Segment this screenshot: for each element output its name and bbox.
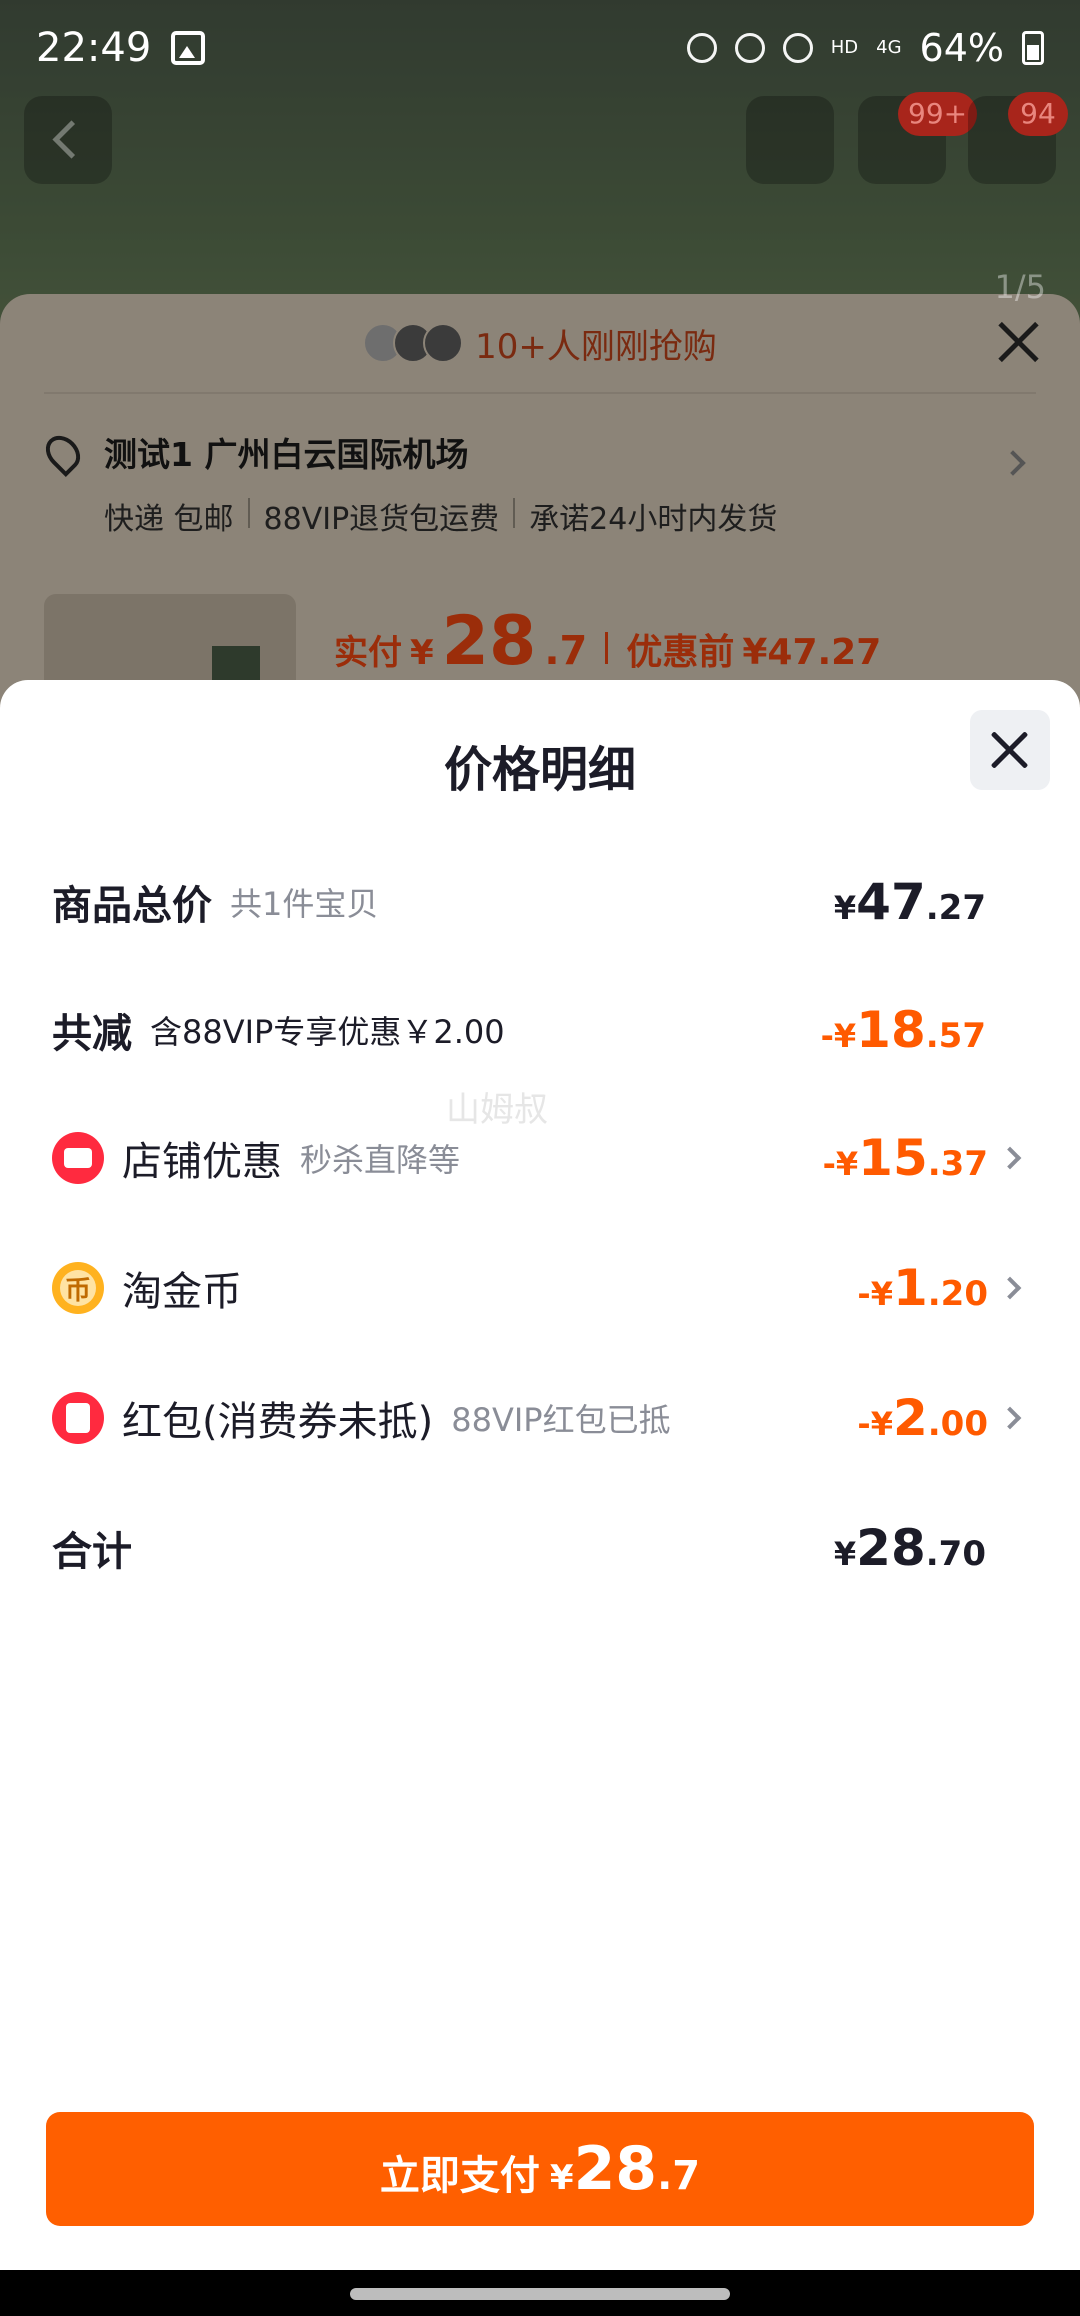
before-label: 优惠前 xyxy=(626,632,735,673)
top-nav: 99+ 94 xyxy=(0,92,1080,186)
cart-button[interactable]: 99+ xyxy=(858,92,978,184)
row-label: 商品总价 xyxy=(52,883,212,929)
address-row[interactable]: 测试1 广州白云国际机场 快递 包邮 88VIP退货包运费 承诺24小时内发货 xyxy=(38,392,1036,572)
row-label: 红包(消费券未抵) xyxy=(122,1399,434,1445)
row-label: 合计 xyxy=(52,1529,132,1575)
pay-button-label: 立即支付 xyxy=(379,2153,540,2199)
shipping-tags: 快递 包邮 88VIP退货包运费 承诺24小时内发货 xyxy=(104,494,777,538)
chevron-right-icon xyxy=(998,1406,1022,1430)
order-panel: 10+人刚刚抢购 测试1 广州白云国际机场 快递 包邮 88VIP退货包运费 承… xyxy=(0,294,1080,714)
row-label: 淘金币 xyxy=(122,1269,242,1315)
price-detail-sheet: 价格明细 商品总价 共1件宝贝 ¥47.27 共减 含88VIP专享优惠￥2.0… xyxy=(0,680,1080,2316)
amount-int: 2 xyxy=(892,1389,928,1447)
amount-int: 1 xyxy=(892,1259,928,1317)
row-label: 店铺优惠 xyxy=(122,1139,282,1185)
row-amount: ¥28.70 xyxy=(834,1519,986,1577)
amount-dec: .37 xyxy=(927,1144,988,1184)
pay-label: 实付 xyxy=(334,633,402,673)
amount-dec: .27 xyxy=(925,888,986,928)
divider xyxy=(513,498,516,528)
amount-dec: .57 xyxy=(925,1016,986,1056)
total-reduced-row: 共减 含88VIP专享优惠￥2.00 -¥ 18.57 xyxy=(52,990,1028,1070)
actual-pay-line: 实付 ¥ 28 .7 优惠前 ¥47.27 xyxy=(334,602,881,681)
row-hint: 88VIP红包已抵 xyxy=(451,1401,671,1439)
currency: ¥ xyxy=(833,889,857,927)
battery-percent: 64% xyxy=(919,26,1004,70)
currency: -¥ xyxy=(820,1017,857,1055)
row-amount: ¥47.27 xyxy=(834,873,986,931)
pay-dec: .7 xyxy=(544,628,588,674)
row-hint: 共1件宝贝 xyxy=(230,885,379,923)
coin-icon xyxy=(52,1262,104,1314)
currency: ¥ xyxy=(833,1535,857,1573)
location-pin-icon xyxy=(38,428,88,478)
battery-icon xyxy=(1022,31,1044,65)
gallery-icon xyxy=(171,31,206,65)
hd-label: HD xyxy=(830,37,859,58)
pay-now-button[interactable]: 立即支付 ¥ 28 .7 xyxy=(46,2112,1034,2226)
shipping-tag: 88VIP退货包运费 xyxy=(263,502,500,537)
before-price: ¥47.27 xyxy=(742,632,882,673)
row-amount: -¥ 1.20 xyxy=(857,1259,988,1317)
pay-currency: ¥ xyxy=(410,633,434,673)
amount-dec: .70 xyxy=(925,1534,986,1574)
back-button[interactable] xyxy=(24,96,112,184)
amount-int: 15 xyxy=(858,1129,928,1187)
alarm-icon xyxy=(686,33,717,63)
taojinbi-row[interactable]: 淘金币 -¥1.20 xyxy=(52,1248,1028,1328)
pay-button-currency: ¥ xyxy=(549,2158,574,2198)
order-close-icon[interactable] xyxy=(996,320,1040,364)
cart-badge: 99+ xyxy=(898,92,978,136)
pay-button-dec: .7 xyxy=(657,2153,701,2199)
status-time: 22:49 xyxy=(36,25,152,71)
total-price-row: 商品总价 共1件宝贝 ¥47.27 xyxy=(52,862,1028,942)
message-badge: 94 xyxy=(1008,92,1068,136)
status-icons: HD 4G 64% xyxy=(686,26,1044,70)
order-header: 10+人刚刚抢购 xyxy=(0,294,1080,392)
mute-icon xyxy=(734,33,765,63)
row-hint: 含88VIP专享优惠￥2.00 xyxy=(150,1013,505,1051)
amount-int: 28 xyxy=(856,1519,926,1577)
row-amount: -¥ 2.00 xyxy=(857,1389,988,1447)
divider xyxy=(605,632,609,664)
status-bar: 22:49 HD 4G 64% xyxy=(0,0,1080,96)
amount-int: 47 xyxy=(856,873,926,931)
sheet-title: 价格明细 xyxy=(443,742,636,798)
system-nav-bar xyxy=(0,2270,1080,2316)
row-label: 共减 xyxy=(52,1011,132,1057)
currency: -¥ xyxy=(857,1405,893,1443)
sum-row: 合计 ¥28.70 xyxy=(52,1508,1028,1588)
chevron-right-icon xyxy=(1000,450,1026,476)
red-packet-icon xyxy=(52,1392,104,1444)
chevron-right-icon xyxy=(998,1146,1022,1170)
amount-dec: .20 xyxy=(927,1274,988,1314)
recent-buyers-text: 10+人刚刚抢购 xyxy=(475,326,717,367)
watermark: 山姆叔 xyxy=(446,1090,548,1130)
currency: -¥ xyxy=(822,1145,859,1183)
row-amount: -¥ 15.37 xyxy=(823,1129,988,1187)
more-button[interactable]: 94 xyxy=(968,92,1068,184)
image-page-indicator: 1/5 xyxy=(994,268,1047,306)
shipping-tag: 快递 包邮 xyxy=(104,502,234,537)
currency: -¥ xyxy=(857,1275,893,1313)
shop-icon xyxy=(52,1132,104,1184)
close-button[interactable] xyxy=(970,710,1050,790)
share-button[interactable] xyxy=(746,96,834,184)
shipping-tag: 承诺24小时内发货 xyxy=(529,502,778,537)
row-hint: 秒杀直降等 xyxy=(300,1141,461,1179)
wifi-icon xyxy=(782,33,813,63)
row-amount: -¥ 18.57 xyxy=(821,1001,986,1059)
address-name: 测试1 广州白云国际机场 xyxy=(104,435,469,474)
pay-int: 28 xyxy=(441,602,537,681)
amount-dec: .00 xyxy=(927,1404,988,1444)
red-packet-row[interactable]: 红包(消费券未抵) 88VIP红包已抵 -¥ 2.00 xyxy=(52,1378,1028,1458)
home-handle[interactable] xyxy=(350,2288,730,2300)
divider xyxy=(247,498,250,528)
chevron-right-icon xyxy=(998,1276,1022,1300)
pay-button-int: 28 xyxy=(573,2134,658,2204)
avatar xyxy=(423,323,464,363)
network-label: 4G xyxy=(876,37,902,58)
buyer-avatars xyxy=(363,323,464,363)
amount-int: 18 xyxy=(856,1001,926,1059)
